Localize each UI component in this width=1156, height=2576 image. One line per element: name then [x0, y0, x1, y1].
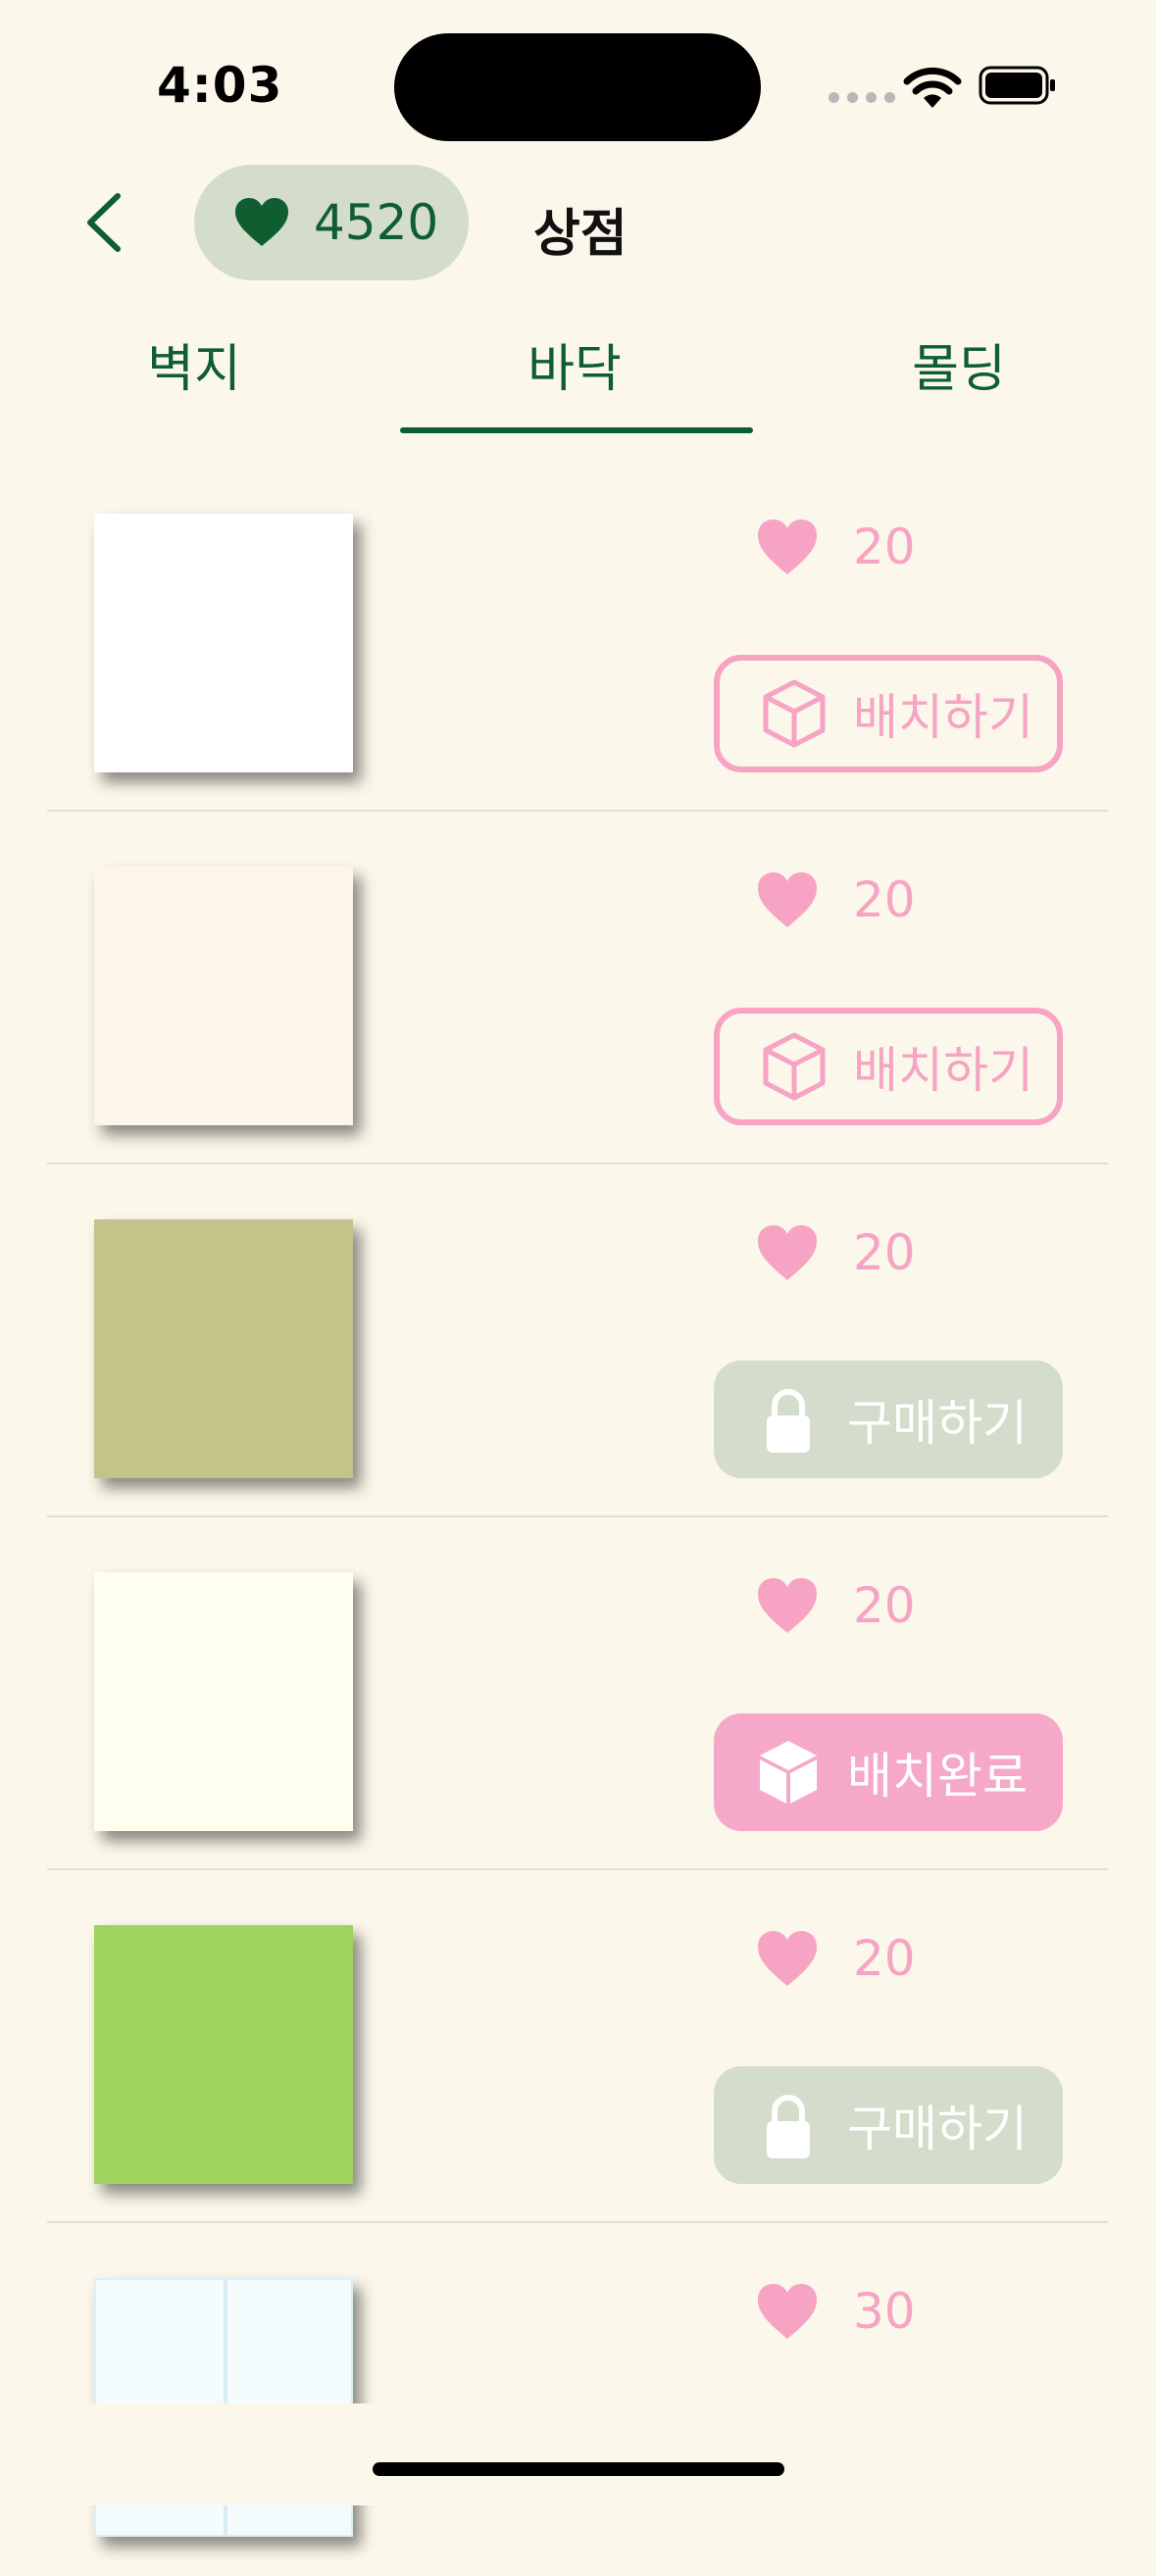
buy-button[interactable]: 구매하기 [714, 2066, 1063, 2184]
cellular-signal-icon [829, 92, 895, 103]
list-item: 20 구매하기 [47, 1164, 1108, 1517]
heart-icon [235, 198, 288, 246]
dynamic-island [394, 33, 761, 141]
placed-button[interactable]: 배치완료 [714, 1713, 1063, 1831]
list-item: 30 [47, 2223, 1108, 2576]
price-value: 20 [853, 1224, 916, 1281]
floor-swatch[interactable] [94, 867, 353, 1125]
place-button[interactable]: 배치하기 [714, 1008, 1063, 1125]
list-item: 20 구매하기 [47, 1870, 1108, 2223]
tab-molding[interactable]: 몰딩 [812, 327, 1106, 401]
cube-outline-icon [763, 1032, 826, 1101]
battery-icon [979, 66, 1055, 105]
heart-icon [758, 1578, 817, 1633]
wifi-icon [903, 67, 962, 108]
home-indicator[interactable] [373, 2462, 784, 2476]
price-value: 20 [853, 519, 916, 575]
price: 20 [755, 1223, 916, 1282]
cube-filled-icon [760, 1741, 817, 1804]
tab-selected-indicator [400, 427, 753, 433]
price: 20 [755, 1929, 916, 1988]
cube-outline-icon [763, 679, 826, 748]
buy-button[interactable]: 구매하기 [714, 1361, 1063, 1478]
tab-floor[interactable]: 바닥 [427, 327, 722, 401]
floor-swatch[interactable] [94, 1572, 353, 1831]
heart-icon [758, 520, 817, 574]
page-title: 상점 [533, 205, 628, 264]
button-label: 배치하기 [853, 1042, 1033, 1099]
heart-icon [758, 2284, 817, 2339]
list-item: 20 배치하기 [47, 812, 1108, 1164]
price-value: 20 [853, 1577, 916, 1634]
button-label: 배치하기 [853, 689, 1033, 746]
place-button[interactable]: 배치하기 [714, 655, 1063, 772]
list-item: 20 배치완료 [47, 1517, 1108, 1870]
bottom-safe-area [0, 2403, 1156, 2505]
price: 20 [755, 518, 916, 576]
heart-count: 4520 [314, 194, 439, 251]
price: 20 [755, 1576, 916, 1635]
heart-icon [758, 1931, 817, 1986]
list-item: 20 배치하기 [47, 459, 1108, 812]
price-value: 30 [853, 2283, 916, 2340]
price: 20 [755, 870, 916, 929]
status-time: 4:03 [157, 57, 283, 114]
back-chevron-icon[interactable] [82, 192, 126, 253]
lock-icon [767, 2095, 810, 2158]
floor-swatch[interactable] [94, 1925, 353, 2184]
button-label: 구매하기 [847, 2101, 1028, 2157]
button-label: 구매하기 [847, 1395, 1028, 1452]
lock-icon [767, 1389, 810, 1453]
button-label: 배치완료 [847, 1748, 1028, 1805]
price-value: 20 [853, 871, 916, 928]
heart-icon [758, 1225, 817, 1280]
floor-swatch[interactable] [94, 1219, 353, 1478]
heart-icon [758, 872, 817, 927]
tab-wallpaper[interactable]: 벽지 [47, 327, 341, 401]
price-value: 20 [853, 1930, 916, 1987]
price: 30 [755, 2282, 916, 2341]
heart-balance-badge: 4520 [194, 165, 469, 280]
floor-swatch[interactable] [94, 514, 353, 772]
